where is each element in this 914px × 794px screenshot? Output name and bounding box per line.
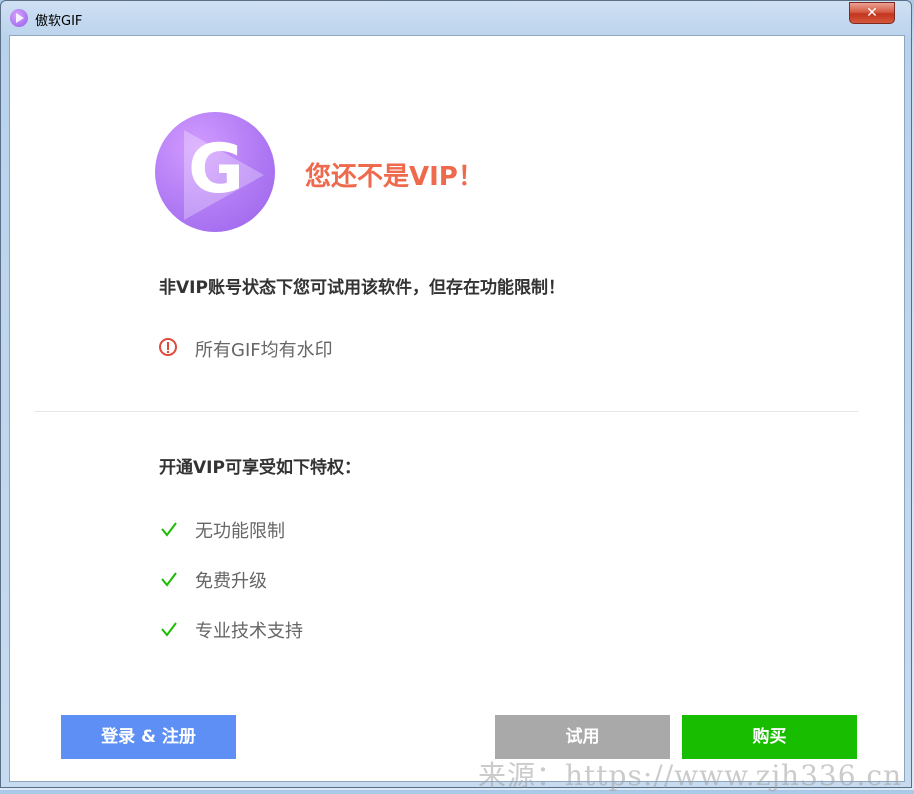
logo-letter: G bbox=[188, 130, 244, 209]
warning-icon bbox=[159, 338, 177, 356]
app-window: 傲软GIF ✕ G 您还不是VIP！ 非VIP账号状态下您可试用该软件，但存在功… bbox=[0, 0, 912, 788]
buy-button[interactable]: 购买 bbox=[682, 715, 857, 759]
benefit-text: 专业技术支持 bbox=[195, 621, 303, 642]
divider bbox=[34, 411, 858, 412]
title-bar[interactable]: 傲软GIF ✕ bbox=[1, 1, 913, 35]
check-icon bbox=[161, 621, 177, 637]
benefit-text: 无功能限制 bbox=[195, 521, 285, 542]
benefit-text: 免费升级 bbox=[195, 571, 267, 592]
app-logo-icon bbox=[10, 9, 28, 27]
check-icon bbox=[161, 521, 177, 537]
vip-headline: 您还不是VIP！ bbox=[305, 162, 484, 192]
window-title: 傲软GIF bbox=[35, 14, 83, 29]
trial-description: 非VIP账号状态下您可试用该软件，但存在功能限制！ bbox=[159, 278, 565, 298]
source-watermark: 来源：https://www.zjh336.cn bbox=[478, 759, 903, 792]
trial-button[interactable]: 试用 bbox=[495, 715, 670, 759]
dialog-content: G 您还不是VIP！ 非VIP账号状态下您可试用该软件，但存在功能限制！ 所有G… bbox=[9, 35, 905, 782]
app-logo-icon-large: G bbox=[155, 112, 275, 232]
check-icon bbox=[161, 571, 177, 587]
login-register-button[interactable]: 登录 & 注册 bbox=[61, 715, 236, 759]
benefits-title: 开通VIP可享受如下特权： bbox=[159, 458, 361, 478]
close-button[interactable]: ✕ bbox=[849, 2, 895, 24]
limitation-text: 所有GIF均有水印 bbox=[195, 340, 333, 361]
